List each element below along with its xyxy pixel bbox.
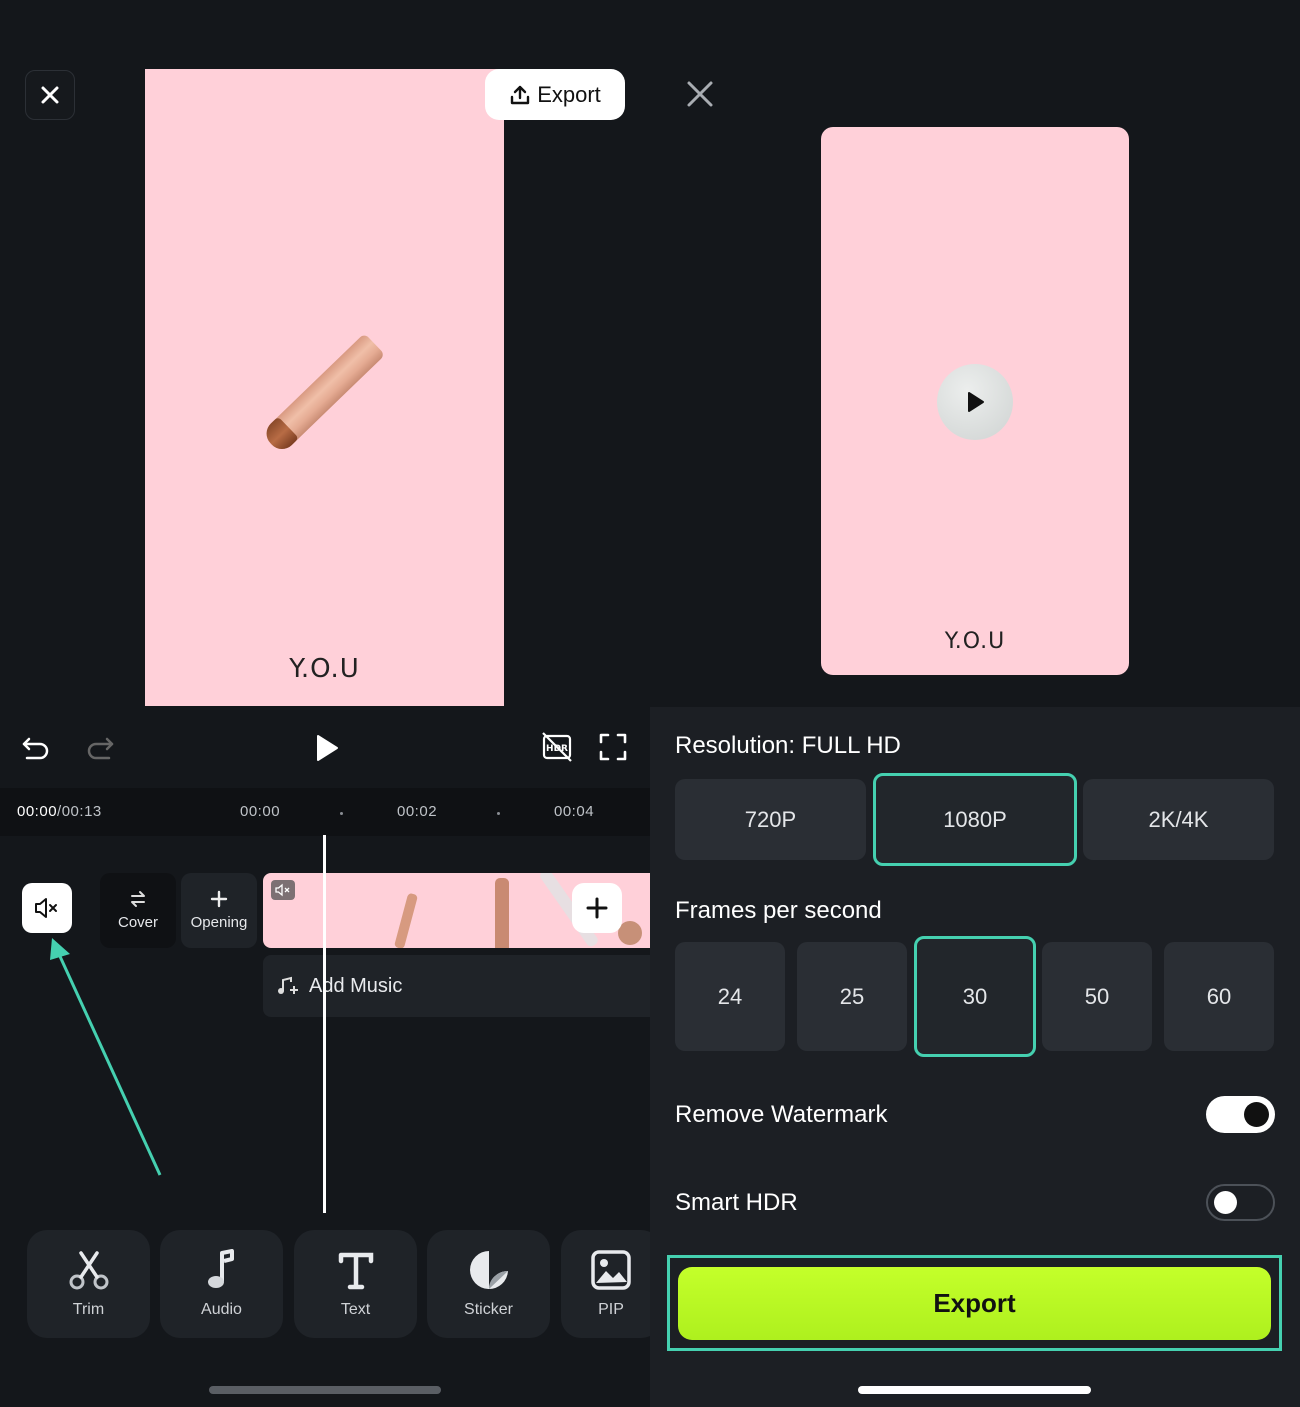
- playhead[interactable]: [323, 835, 326, 1213]
- speaker-mute-icon: [35, 898, 57, 918]
- export-settings-screen: Y.O.U Resolution: FULL HD 720P 1080P 2K/…: [650, 0, 1300, 1407]
- tool-label: Sticker: [464, 1301, 513, 1318]
- tool-label: PIP: [598, 1301, 624, 1318]
- redo-button[interactable]: [82, 730, 118, 766]
- music-add-icon: [278, 976, 298, 994]
- opening-button[interactable]: Opening: [181, 873, 257, 948]
- upload-icon: [511, 85, 530, 104]
- smart-hdr-label: Smart HDR: [675, 1189, 798, 1216]
- remove-watermark-toggle[interactable]: [1206, 1096, 1275, 1133]
- close-button[interactable]: [25, 70, 75, 120]
- speaker-mute-icon: [275, 883, 290, 897]
- fullscreen-button[interactable]: [595, 729, 631, 765]
- plus-icon: [210, 890, 228, 908]
- tool-label: Audio: [201, 1301, 242, 1318]
- tool-text[interactable]: Text: [294, 1230, 417, 1338]
- hdr-off-icon: HDR: [542, 732, 572, 762]
- tool-pip[interactable]: PIP: [561, 1230, 650, 1338]
- home-indicator: [209, 1386, 441, 1394]
- export-highlight: Export: [667, 1255, 1282, 1351]
- tool-label: Trim: [72, 1301, 105, 1318]
- home-indicator: [858, 1386, 1091, 1394]
- annotation-arrow: [50, 938, 162, 1176]
- add-music-track[interactable]: Add Music: [263, 955, 650, 1017]
- mute-clip-audio-button[interactable]: [22, 883, 72, 933]
- fps-60[interactable]: 60: [1164, 942, 1274, 1051]
- timecode: 00:00/00:13: [17, 803, 102, 820]
- export-button[interactable]: Export: [485, 69, 625, 120]
- fps-50[interactable]: 50: [1042, 942, 1152, 1051]
- ruler-tick-4: 00:04: [554, 803, 595, 820]
- resolution-2k4k[interactable]: 2K/4K: [1083, 779, 1274, 860]
- tool-label: Text: [340, 1301, 371, 1318]
- fps-25[interactable]: 25: [797, 942, 907, 1051]
- close-icon: [41, 86, 59, 104]
- opening-label: Opening: [190, 914, 248, 931]
- add-clip-button[interactable]: [572, 883, 622, 933]
- sticker-icon: [469, 1251, 508, 1289]
- text-icon: [338, 1252, 373, 1290]
- ruler-tick-2: 00:02: [397, 803, 438, 820]
- brand-logo: Y.O.U: [289, 654, 360, 684]
- play-icon: [317, 735, 338, 761]
- scissors-icon: [69, 1251, 108, 1290]
- fps-30[interactable]: 30: [914, 936, 1036, 1057]
- fps-24[interactable]: 24: [675, 942, 785, 1051]
- tool-sticker[interactable]: Sticker: [427, 1230, 550, 1338]
- export-button[interactable]: Export: [678, 1267, 1271, 1340]
- play-button[interactable]: [308, 730, 344, 766]
- tool-audio[interactable]: Audio: [160, 1230, 283, 1338]
- undo-button[interactable]: [18, 730, 54, 766]
- smart-hdr-toggle[interactable]: [1206, 1184, 1275, 1221]
- fullscreen-icon: [599, 733, 627, 761]
- close-button[interactable]: [686, 80, 714, 108]
- clip-muted-badge: [271, 880, 295, 900]
- close-icon: [687, 81, 713, 107]
- remove-watermark-label: Remove Watermark: [675, 1101, 888, 1128]
- resolution-720p[interactable]: 720P: [675, 779, 866, 860]
- play-icon: [968, 392, 984, 412]
- resolution-label: Resolution: FULL HD: [675, 732, 901, 759]
- redo-icon: [87, 737, 114, 760]
- cover-label: Cover: [117, 914, 158, 931]
- fps-label: Frames per second: [675, 897, 882, 924]
- preview-play-button[interactable]: [937, 364, 1013, 440]
- undo-icon: [22, 737, 49, 760]
- pip-icon: [591, 1250, 631, 1290]
- resolution-1080p[interactable]: 1080P: [873, 773, 1077, 866]
- brand-logo: Y.O.U: [944, 629, 1006, 654]
- hdr-off-button[interactable]: HDR: [538, 728, 576, 766]
- plus-icon: [586, 897, 608, 919]
- ruler-tick-0: 00:00: [240, 803, 281, 820]
- swap-icon: [131, 891, 145, 907]
- export-label: Export: [537, 81, 601, 107]
- editor-screen: Y.O.U Export HDR 00:00/00:13 00:00 00:02…: [0, 0, 650, 1407]
- music-note-icon: [207, 1249, 234, 1288]
- tool-trim[interactable]: Trim: [27, 1230, 150, 1338]
